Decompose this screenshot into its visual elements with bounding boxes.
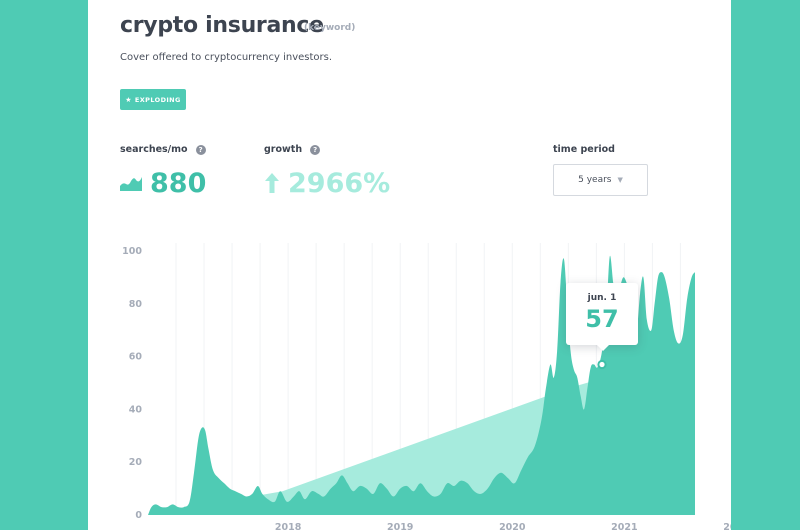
keyword-card: crypto insurance (keyword) Cover offered… [88,0,731,530]
highlight-point [597,359,607,370]
y-tick-label: 40 [129,404,143,415]
search-trend-chart: 0 20 40 60 80 100 2018 2019 2020 2021 2022 [122,243,731,530]
y-tick-label: 60 [129,352,143,363]
tooltip-value: 57 [585,305,619,333]
y-tick-label: 20 [129,457,143,468]
tooltip-date: jun. 1 [587,293,617,303]
chart-tooltip: jun. 1 57 [566,283,638,351]
x-tick-label: 2022 [723,522,731,530]
y-tick-label: 80 [129,299,143,310]
y-tick-label: 100 [122,246,142,257]
x-tick-label: 2018 [275,522,302,530]
y-tick-label: 0 [135,510,142,521]
x-tick-label: 2019 [387,522,413,530]
x-tick-label: 2021 [611,522,637,530]
x-tick-label: 2020 [499,522,526,530]
